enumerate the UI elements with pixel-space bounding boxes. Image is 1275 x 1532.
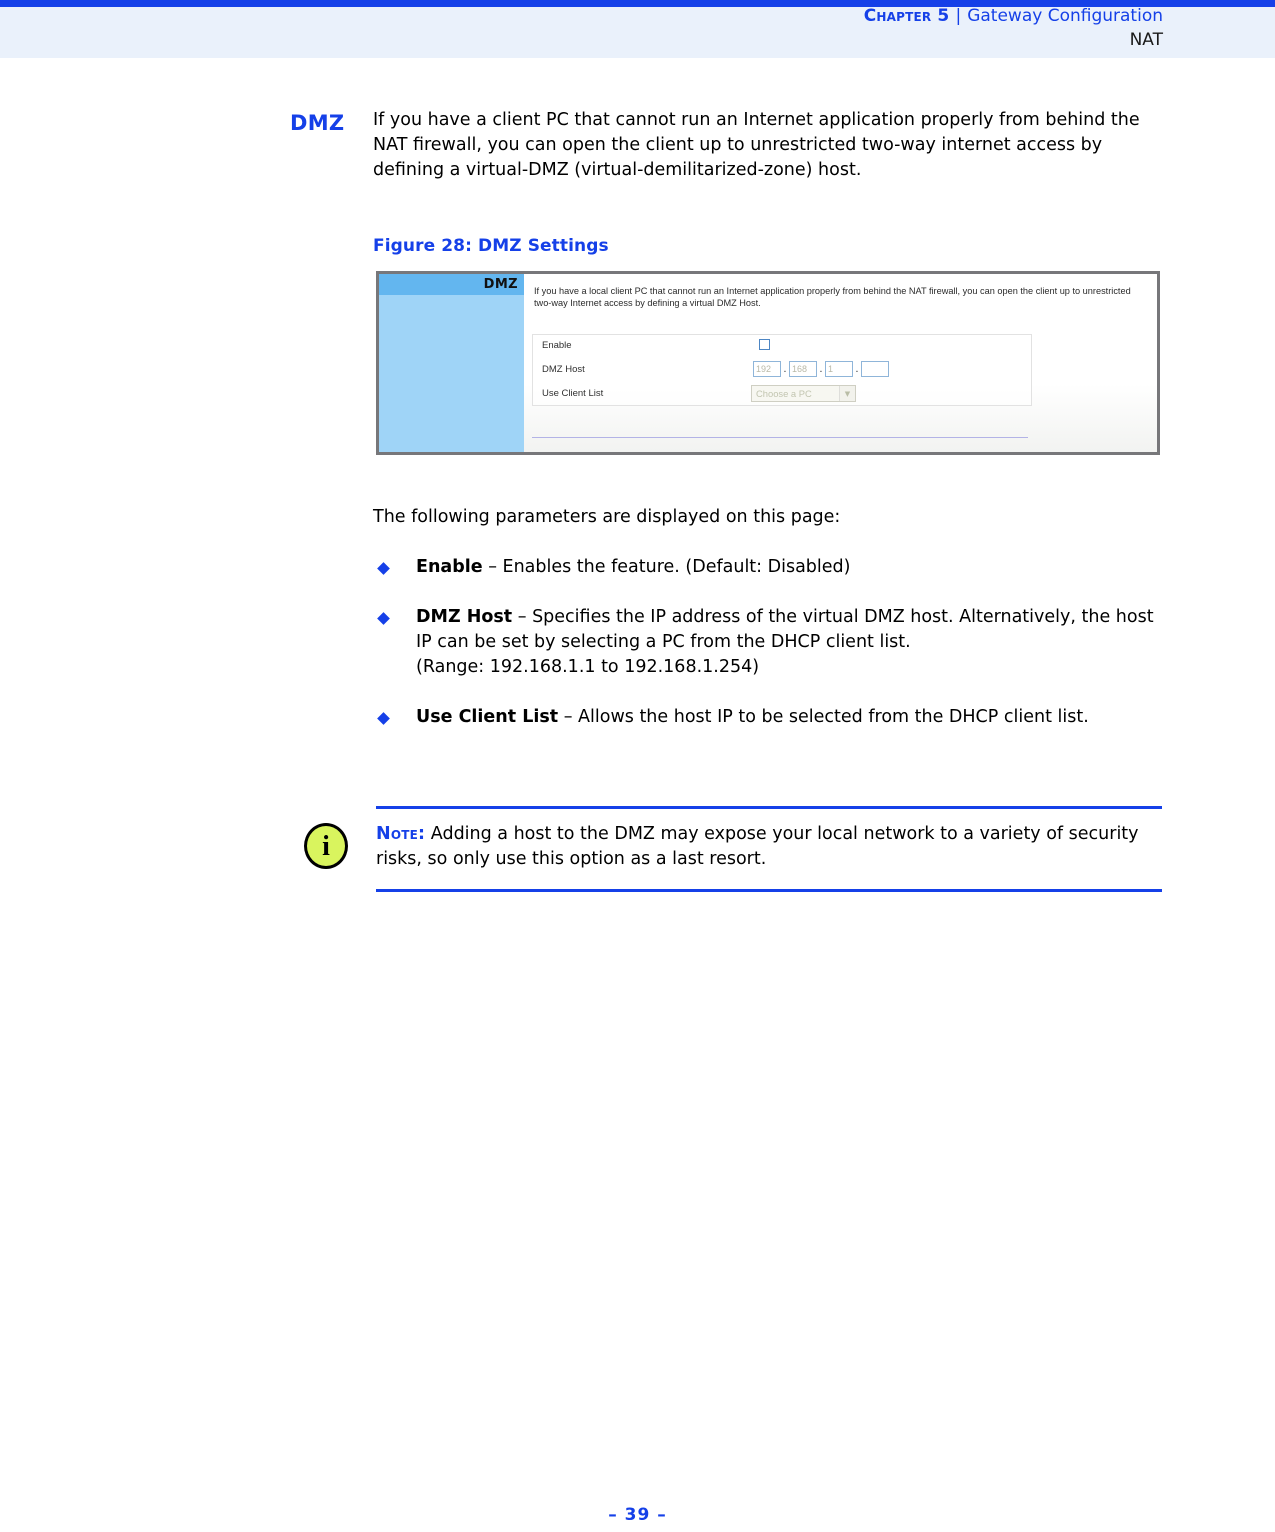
figure-divider (532, 437, 1028, 438)
section-body-text: If you have a client PC that cannot run … (373, 110, 1140, 180)
section-title: DMZ (290, 111, 345, 135)
diamond-bullet-icon (377, 562, 390, 575)
figure-row-enable: Enable (533, 335, 1031, 359)
header-section-label: Gateway Configuration (967, 6, 1163, 26)
note-bottom-rule (376, 889, 1162, 892)
figure-client-list-dropdown[interactable]: Choose a PC ▼ (751, 385, 856, 402)
running-header: Chapter 5 | Gateway Configuration NAT (863, 6, 1163, 50)
figure-ip-octet-4[interactable] (861, 361, 889, 377)
figure-enable-checkbox[interactable] (759, 339, 770, 350)
header-separator: | (955, 6, 962, 26)
param-dash: – (512, 607, 533, 627)
figure-ip-octet-2[interactable]: 168 (789, 361, 817, 377)
figure-row-dmz-host: DMZ Host 192 . 168 . 1 . (533, 359, 1031, 383)
list-item: Use Client List – Allows the host IP to … (373, 705, 1173, 730)
param-description: Enables the feature. (Default: Disabled) (502, 557, 851, 577)
param-term: Use Client List (416, 707, 559, 727)
figure-settings-form: Enable DMZ Host 192 . 168 . 1 . Use Clie… (532, 334, 1032, 406)
figure-main-panel: If you have a local client PC that canno… (524, 274, 1157, 452)
note-callout: i Note: Adding a host to the DMZ may exp… (304, 806, 1162, 892)
note-text: Adding a host to the DMZ may expose your… (376, 824, 1139, 869)
header-chapter-label: Chapter 5 (863, 6, 950, 26)
figure-description: If you have a local client PC that canno… (534, 286, 1131, 308)
note-body: i Note: Adding a host to the DMZ may exp… (304, 809, 1162, 872)
diamond-bullet-icon (377, 612, 390, 625)
figure-ip-dot-1: . (783, 363, 787, 375)
figure-ip-dot-2: . (819, 363, 823, 375)
figure-client-list-value: Choose a PC (756, 388, 812, 399)
param-dash: – (558, 707, 579, 727)
figure-ip-dot-3: . (855, 363, 859, 375)
info-icon-glyph: i (322, 830, 330, 862)
param-term: Enable (416, 557, 483, 577)
param-description: Allows the host IP to be selected from t… (578, 707, 1089, 727)
param-dash: – (482, 557, 503, 577)
note-label: Note: (376, 824, 426, 844)
figure-ip-octet-1[interactable]: 192 (753, 361, 781, 377)
figure-dmz-settings: DMZ If you have a local client PC that c… (376, 271, 1160, 455)
figure-ip-octet-3[interactable]: 1 (825, 361, 853, 377)
diamond-bullet-icon (377, 712, 390, 725)
figure-ip-address-group: 192 . 168 . 1 . (753, 361, 889, 377)
figure-row-use-client-list: Use Client List Choose a PC ▼ (533, 383, 1031, 407)
list-item: DMZ Host – Specifies the IP address of t… (373, 605, 1173, 680)
parameters-list: Enable – Enables the feature. (Default: … (373, 555, 1173, 755)
figure-caption: Figure 28: DMZ Settings (373, 236, 609, 256)
chevron-down-icon: ▼ (839, 386, 855, 401)
figure-sidebar-title: DMZ (379, 274, 524, 295)
list-item: Enable – Enables the feature. (Default: … (373, 555, 1173, 580)
figure-enable-label: Enable (542, 340, 572, 351)
param-term: DMZ Host (416, 607, 513, 627)
info-icon: i (304, 823, 348, 869)
param-range: (Range: 192.168.1.1 to 192.168.1.254) (416, 657, 760, 677)
parameters-intro: The following parameters are displayed o… (373, 507, 841, 527)
header-subsection-label: NAT (1129, 29, 1163, 50)
header-chapter-line: Chapter 5 | Gateway Configuration (863, 6, 1163, 27)
page-footer: – 39 – (608, 1505, 667, 1525)
figure-sidebar: DMZ (379, 274, 524, 452)
figure-dmz-host-label: DMZ Host (542, 364, 585, 375)
figure-use-client-list-label: Use Client List (542, 388, 604, 399)
